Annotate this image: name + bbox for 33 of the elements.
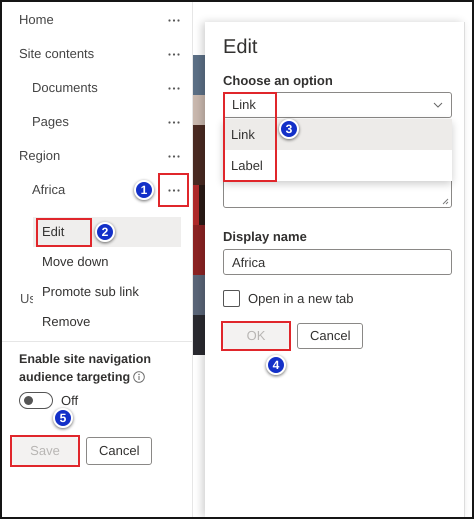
toggle-switch[interactable]	[19, 392, 53, 410]
audience-label: Enable site navigation audience targeting	[18, 351, 152, 386]
more-button[interactable]	[158, 173, 189, 207]
toggle-label: Off	[61, 392, 78, 410]
chevron-icon	[433, 102, 443, 108]
display-name-field[interactable]: Africa	[223, 249, 452, 275]
checkbox-label: Open in a new tab	[248, 290, 354, 308]
nav-link[interactable]: Documents	[32, 78, 98, 98]
callout-badge: 2	[95, 222, 115, 242]
more-icon	[168, 18, 180, 22]
more-icon	[168, 188, 180, 192]
more-icon	[168, 120, 180, 124]
resize-grip-icon[interactable]	[442, 198, 449, 205]
callout-badge: 1	[134, 180, 154, 200]
nav-link[interactable]: Pages	[32, 112, 69, 132]
more-icon	[168, 52, 180, 56]
nav-link[interactable]: Region	[19, 146, 60, 166]
dropdown-field[interactable]: Link	[223, 92, 452, 118]
nav-link[interactable]: Home	[19, 10, 54, 30]
footer-button[interactable]: Cancel	[86, 436, 152, 464]
callout-badge: 4	[266, 354, 286, 374]
menu-item[interactable]: Edit 2	[33, 217, 181, 247]
checkbox[interactable]	[223, 290, 240, 308]
dialog-button[interactable]: Cancel	[297, 322, 364, 348]
more-icon	[168, 154, 180, 158]
nav-link[interactable]: Site contents	[19, 44, 94, 64]
info-icon[interactable]	[133, 371, 146, 383]
nav-link[interactable]: Africa	[32, 180, 66, 200]
more-icon	[168, 86, 180, 90]
field-label: Display name	[223, 228, 308, 246]
dialog-title: Edit	[223, 35, 258, 60]
field-label: Choose an option	[223, 72, 334, 90]
callout-badge: 5	[53, 408, 73, 428]
